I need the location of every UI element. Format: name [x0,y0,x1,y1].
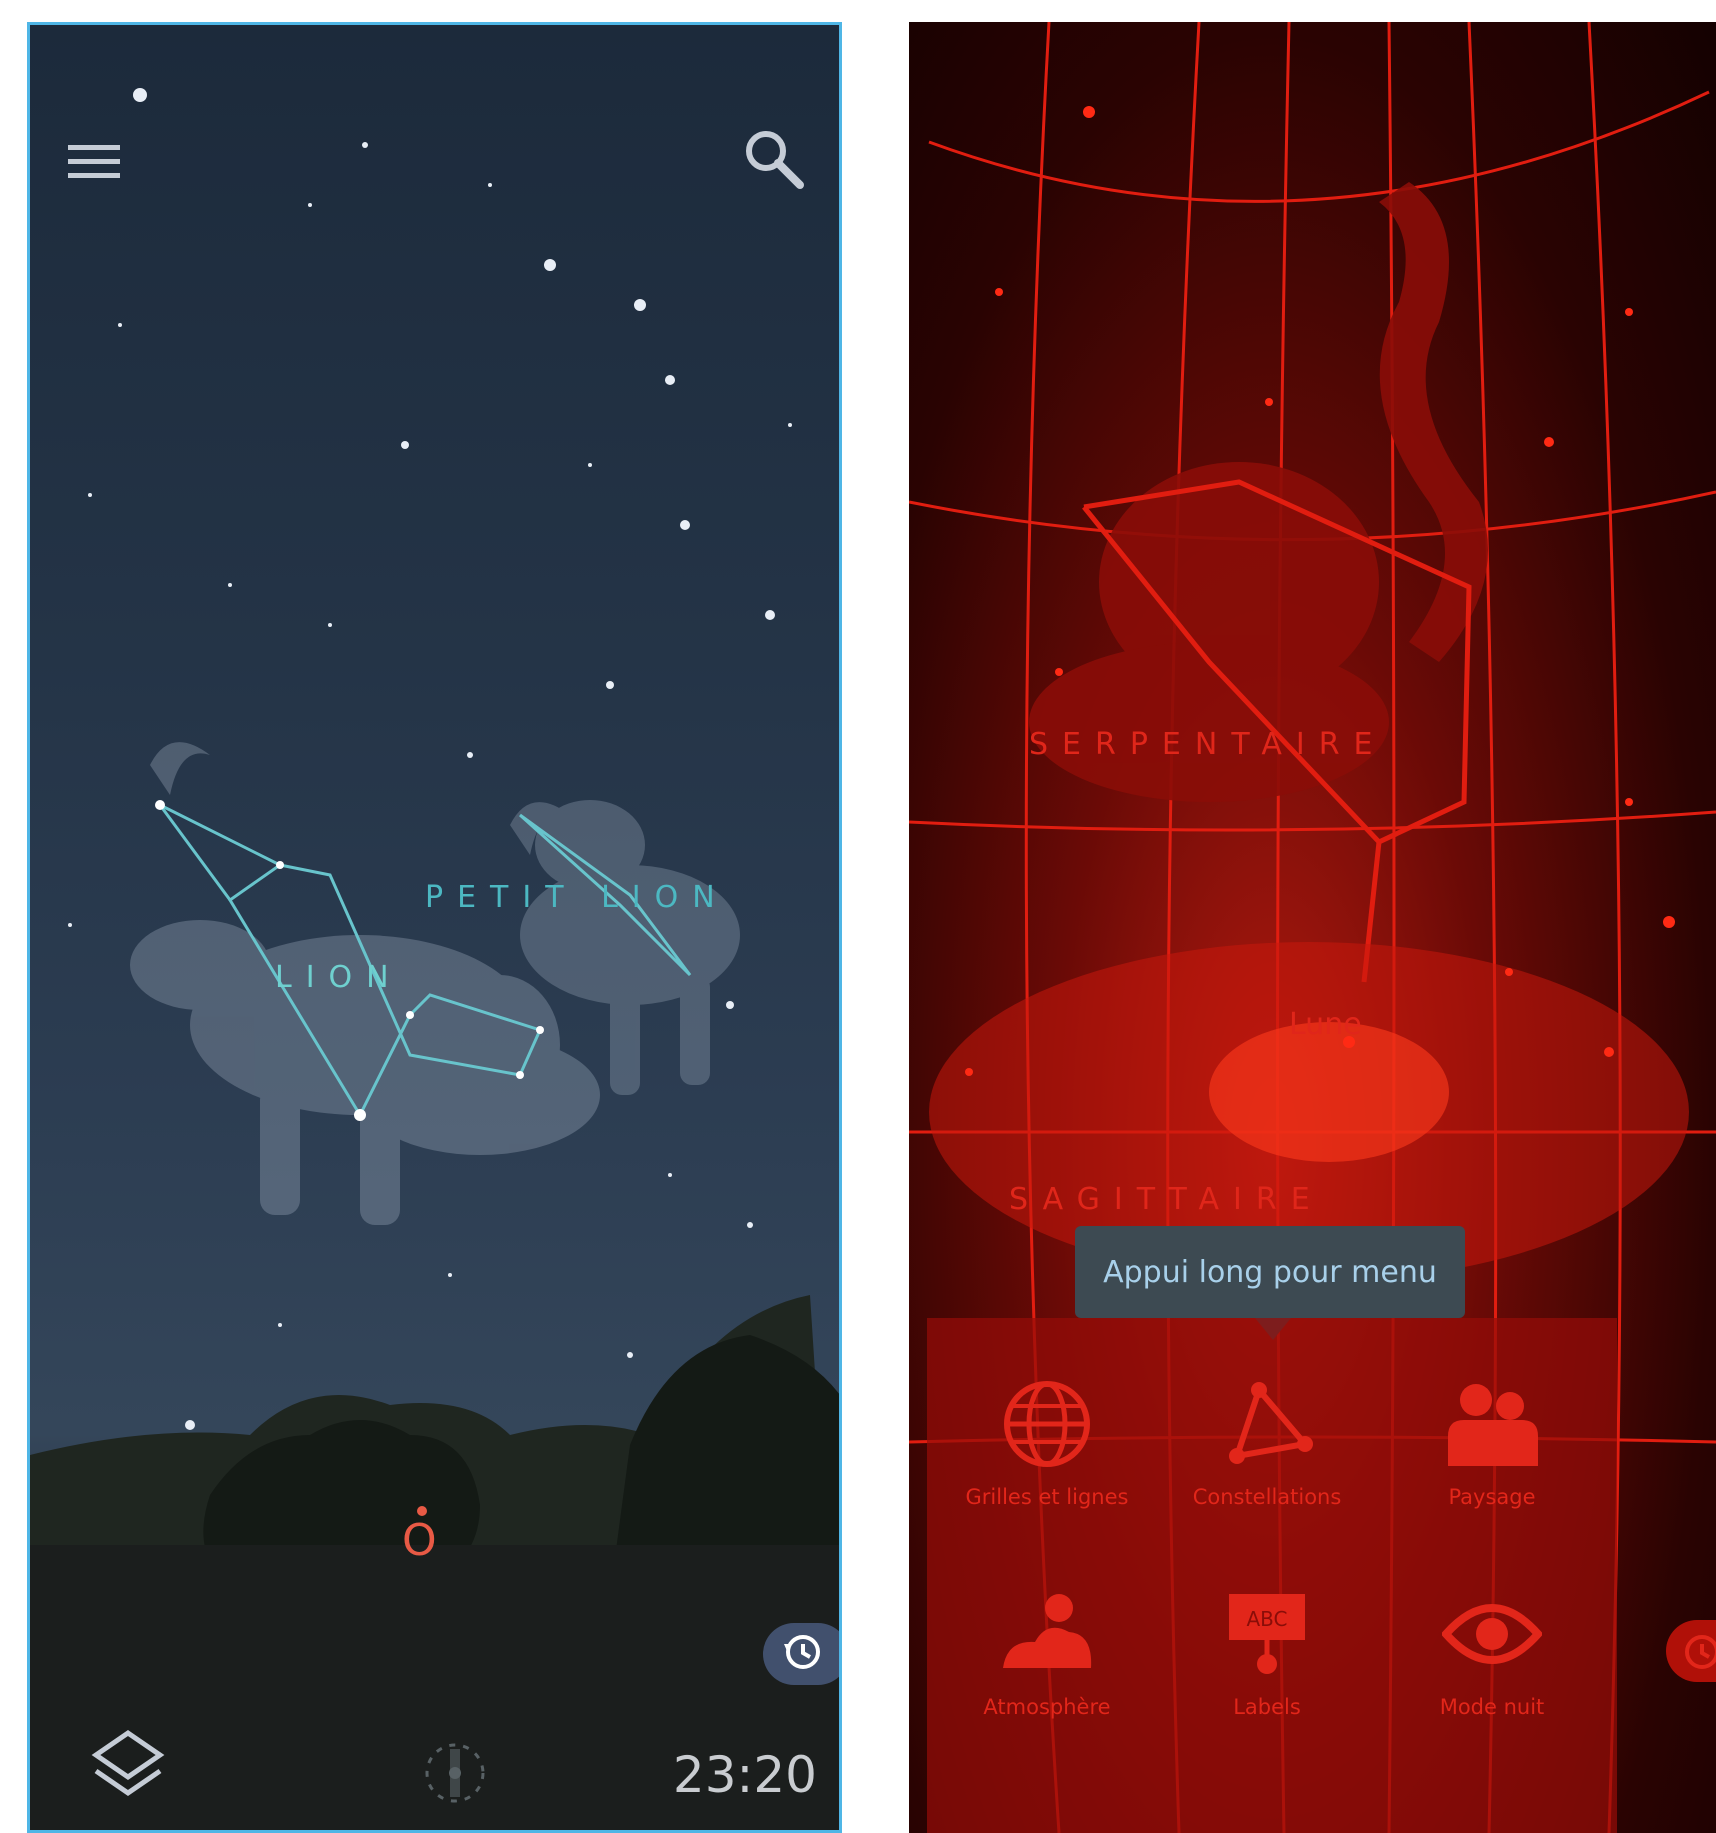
constellation-triangle-icon [1229,1382,1313,1464]
history-icon [781,1630,825,1679]
menu-item-labels[interactable]: ABC Labels [1157,1588,1377,1719]
eye-icon [1440,1604,1544,1664]
constellation-label-lion: LION [275,960,403,995]
layers-icon[interactable] [88,1725,168,1810]
constellation-label-petit-lion: PETIT LION [425,880,729,915]
clock-time: 23:20 [672,1746,817,1804]
menu-label: Paysage [1448,1485,1536,1509]
moon-label: Lune [1289,1007,1362,1042]
quick-settings-menu: Grilles et lignes Constellations Paysage… [927,1318,1617,1833]
menu-item-atmosphere[interactable]: Atmosphère [937,1588,1157,1719]
hamburger-menu-icon[interactable] [64,137,124,192]
abc-label-icon: ABC [1229,1594,1305,1674]
cloud-sun-icon [1003,1594,1092,1668]
constellation-label-sagittaire: SAGITTAIRE [1009,1182,1324,1217]
globe-icon [1004,1381,1090,1467]
menu-item-mode-nuit[interactable]: Mode nuit [1382,1588,1602,1719]
menu-label: Atmosphère [983,1695,1111,1719]
long-press-tooltip: Appui long pour menu [1075,1226,1465,1340]
menu-label: Constellations [1192,1485,1342,1509]
menu-item-grilles[interactable]: Grilles et lignes [937,1378,1157,1509]
menu-label: Mode nuit [1439,1695,1545,1719]
menu-item-constellations[interactable]: Constellations [1157,1378,1377,1509]
tooltip-text: Appui long pour menu [1103,1254,1437,1290]
constellation-label-serpentaire: SERPENTAIRE [1029,727,1387,762]
time-control-button[interactable] [763,1623,839,1685]
menu-item-paysage[interactable]: Paysage [1382,1378,1602,1509]
search-icon[interactable] [742,127,806,196]
night-mode-screen: SERPENTAIRE SAGITTAIRE Lune Appui long p… [909,22,1716,1833]
menu-label: Grilles et lignes [965,1485,1129,1509]
menu-label: Labels [1233,1695,1301,1719]
day-mode-screen: LION PETIT LION O 23:20 [27,22,842,1833]
gyroscope-icon[interactable] [410,1733,500,1818]
compass-west-marker: O [394,1495,454,1590]
history-icon [1680,1630,1716,1679]
svg-text:ABC: ABC [1246,1607,1287,1631]
landscape-people-icon [1448,1384,1538,1466]
